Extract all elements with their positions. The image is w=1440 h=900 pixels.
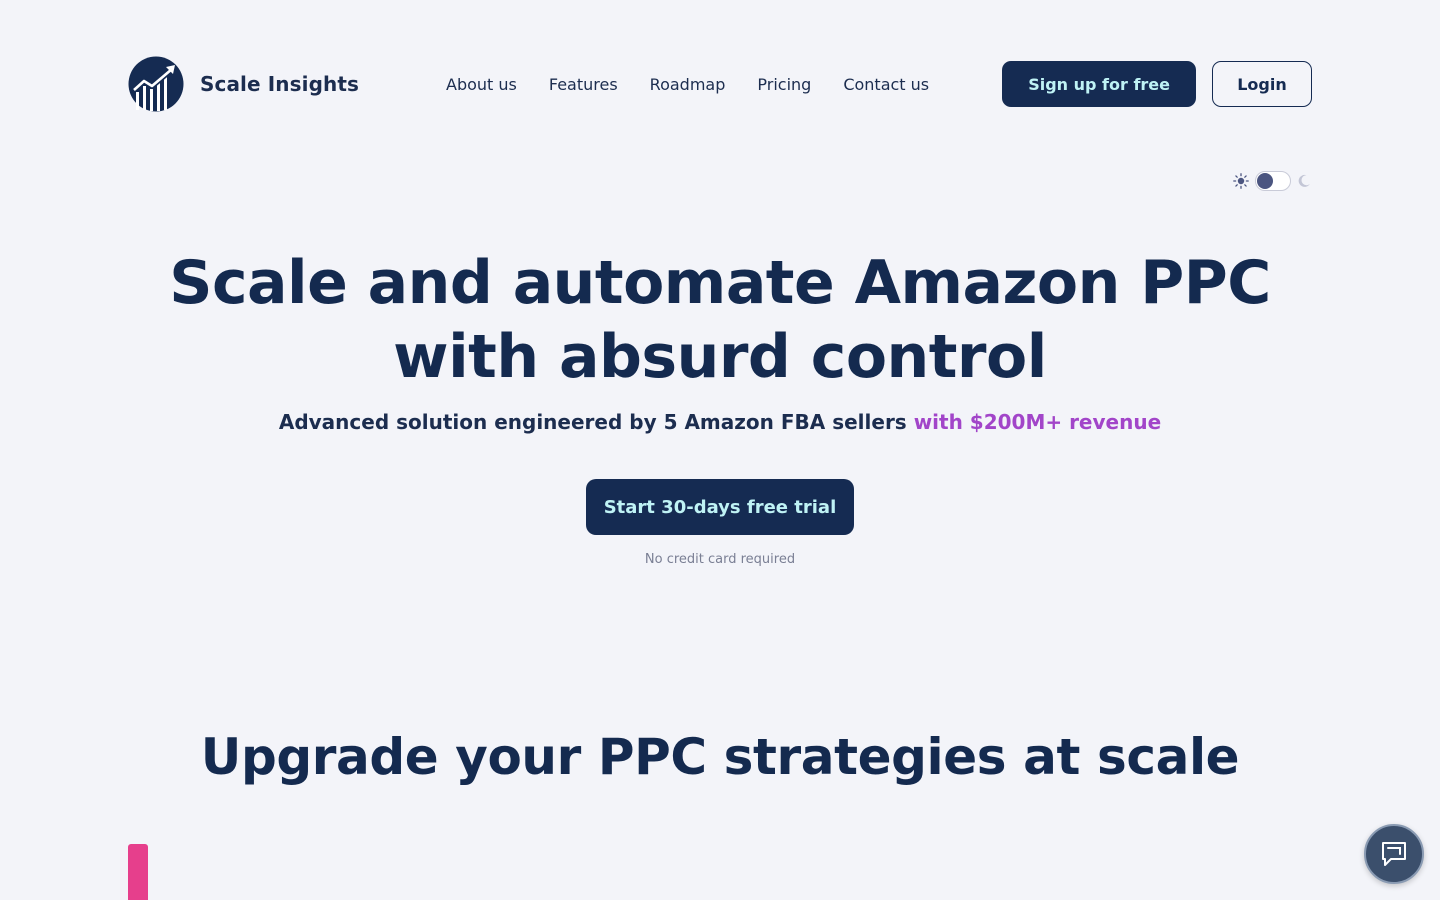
section-title: Upgrade your PPC strategies at scale (200, 728, 1240, 786)
nav-about-us[interactable]: About us (446, 75, 517, 94)
signup-button[interactable]: Sign up for free (1002, 61, 1196, 107)
theme-switch[interactable] (1255, 171, 1291, 191)
brand-link[interactable]: Scale Insights (128, 56, 359, 112)
theme-switch-knob (1257, 173, 1273, 189)
hero-subtitle: Advanced solution engineered by 5 Amazon… (0, 410, 1440, 434)
hero-subtitle-main: Advanced solution engineered by 5 Amazon… (278, 410, 907, 434)
site-header: Scale Insights About us Features Roadmap… (128, 56, 1312, 112)
chat-icon (1382, 842, 1406, 866)
hero-title-line-2: with absurd control (393, 322, 1047, 392)
theme-toggle (1233, 171, 1311, 191)
brand-name: Scale Insights (200, 72, 359, 96)
nav-contact-us[interactable]: Contact us (843, 75, 929, 94)
cta-note: No credit card required (644, 552, 796, 567)
growth-chart-logo-icon (128, 56, 184, 112)
header-actions: Sign up for free Login (1002, 61, 1312, 107)
hero-title: Scale and automate Amazon PPC with absur… (0, 246, 1440, 394)
main-nav: About us Features Roadmap Pricing Contac… (446, 75, 929, 94)
start-trial-button[interactable]: Start 30-days free trial (586, 479, 854, 535)
decorative-pink-bar (128, 844, 148, 900)
nav-features[interactable]: Features (549, 75, 618, 94)
hero-title-line-1: Scale and automate Amazon PPC (169, 248, 1271, 318)
moon-icon (1298, 174, 1310, 187)
login-button[interactable]: Login (1212, 61, 1312, 107)
chat-launcher-button[interactable] (1364, 824, 1424, 884)
nav-pricing[interactable]: Pricing (757, 75, 811, 94)
hero-subtitle-accent: with $200M+ revenue (913, 410, 1162, 434)
sun-icon (1233, 173, 1249, 189)
nav-roadmap[interactable]: Roadmap (650, 75, 726, 94)
landing-page: Scale Insights About us Features Roadmap… (0, 0, 1440, 900)
